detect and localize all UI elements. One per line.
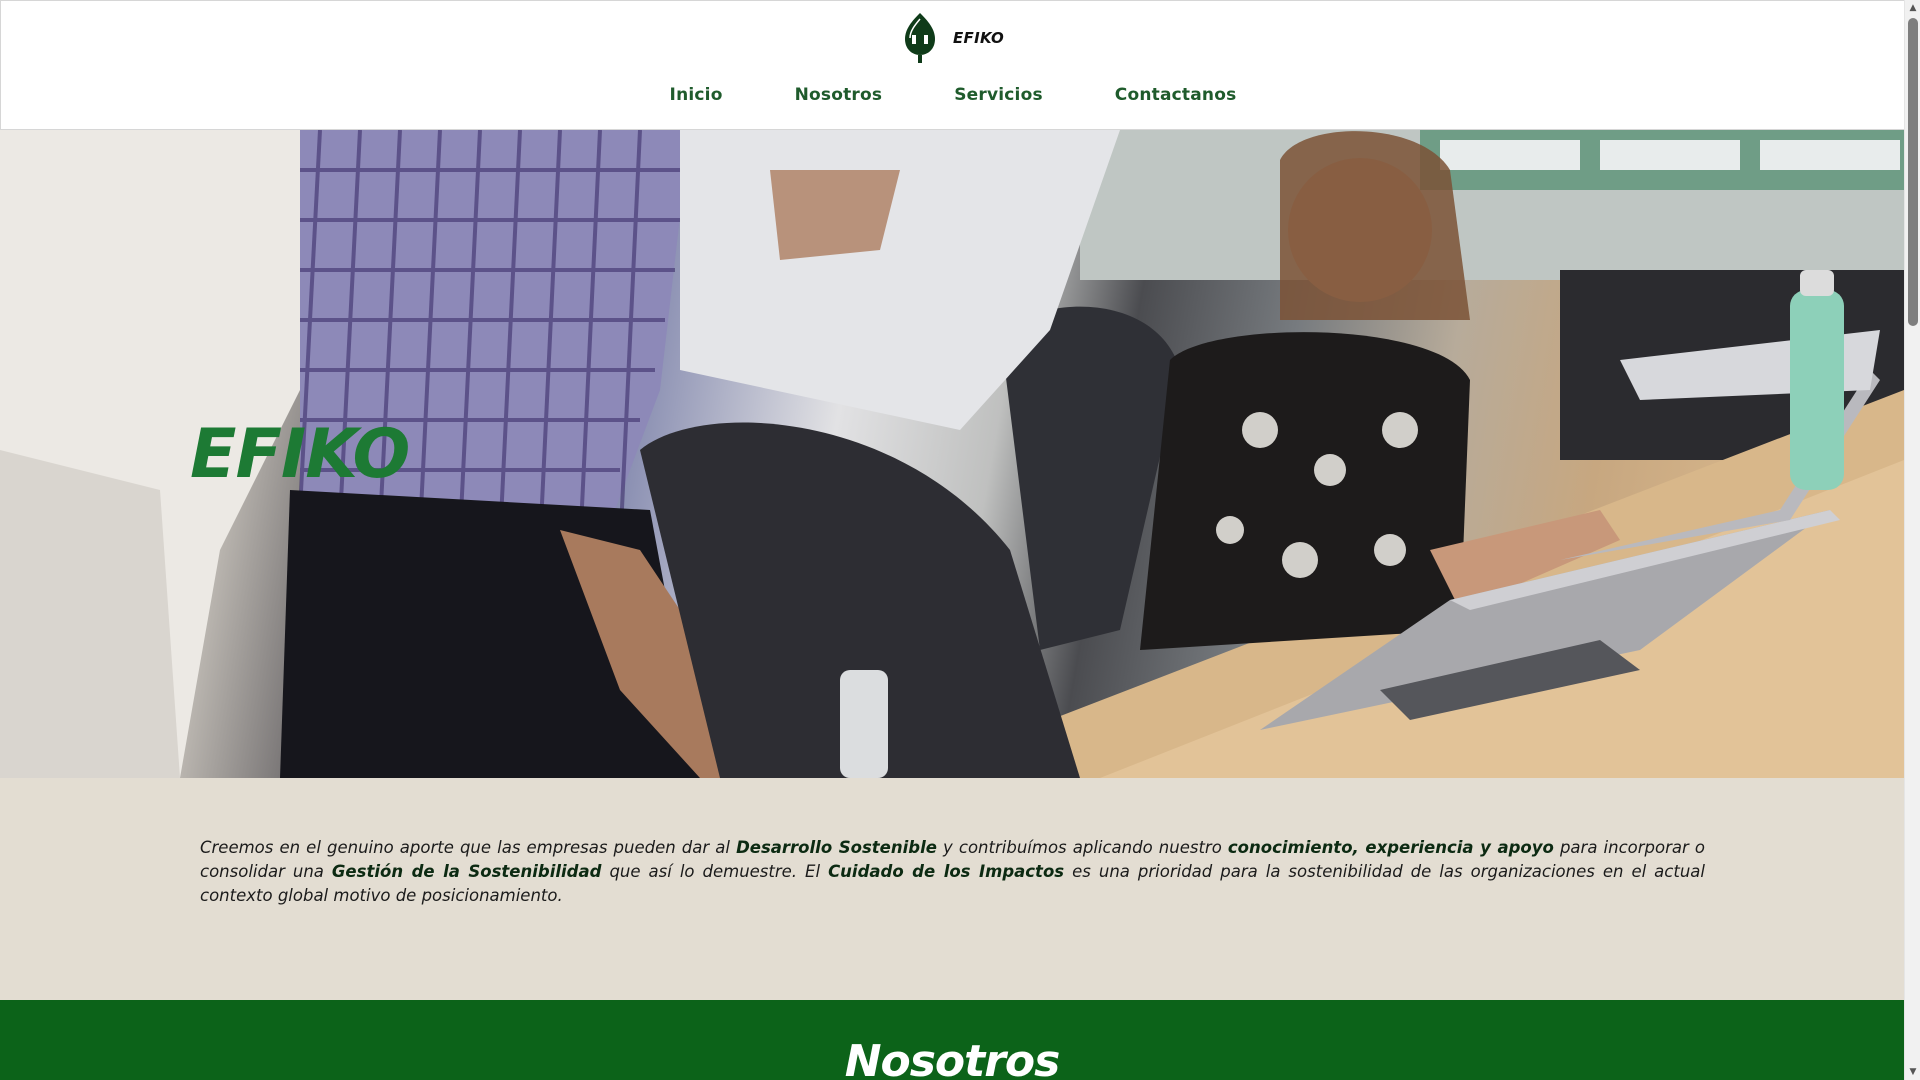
intro-text-segment: que así lo demuestre. El (601, 862, 829, 881)
nav-item-inicio[interactable]: Inicio (670, 85, 723, 117)
page-scrollbar[interactable]: ▲ ▼ (1904, 0, 1920, 1080)
intro-highlight-cuidado: Cuidado de los Impactos (828, 862, 1065, 881)
brand-name: EFIKO (953, 29, 1004, 47)
intro-highlight-conocimiento: conocimiento, experiencia y apoyo (1227, 838, 1554, 857)
nav-item-servicios[interactable]: Servicios (954, 85, 1043, 117)
plug-leaf-icon (905, 13, 935, 63)
intro-highlight-desarrollo: Desarrollo Sostenible (736, 838, 937, 857)
intro-paragraph: Creemos en el genuino aporte que las emp… (200, 836, 1705, 908)
nosotros-heading: Nosotros (844, 1036, 1061, 1080)
site-header: EFIKO Inicio Nosotros Servicios Contacta… (0, 0, 1904, 130)
brand-logo-link[interactable]: EFIKO (901, 9, 1004, 67)
main-nav: Inicio Nosotros Servicios Contactanos (1, 85, 1904, 117)
intro-text-segment: Creemos en el genuino aporte que las emp… (200, 838, 737, 857)
hero-banner: EFIKO (0, 130, 1904, 778)
scroll-up-arrow-icon[interactable]: ▲ (1905, 0, 1920, 16)
scrollbar-thumb[interactable] (1908, 18, 1918, 326)
intro-section: Creemos en el genuino aporte que las emp… (0, 778, 1904, 1000)
nav-item-contactanos[interactable]: Contactanos (1115, 85, 1237, 117)
intro-text-segment: y contribuímos aplicando nuestro (936, 838, 1228, 857)
nav-item-nosotros[interactable]: Nosotros (795, 85, 883, 117)
intro-highlight-gestion: Gestión de la Sostenibilidad (331, 862, 602, 881)
hero-title: EFIKO (190, 415, 410, 494)
scroll-down-arrow-icon[interactable]: ▼ (1905, 1064, 1920, 1080)
page-viewport: EFIKO Inicio Nosotros Servicios Contacta… (0, 0, 1904, 1080)
nosotros-section: Nosotros (0, 1000, 1904, 1080)
